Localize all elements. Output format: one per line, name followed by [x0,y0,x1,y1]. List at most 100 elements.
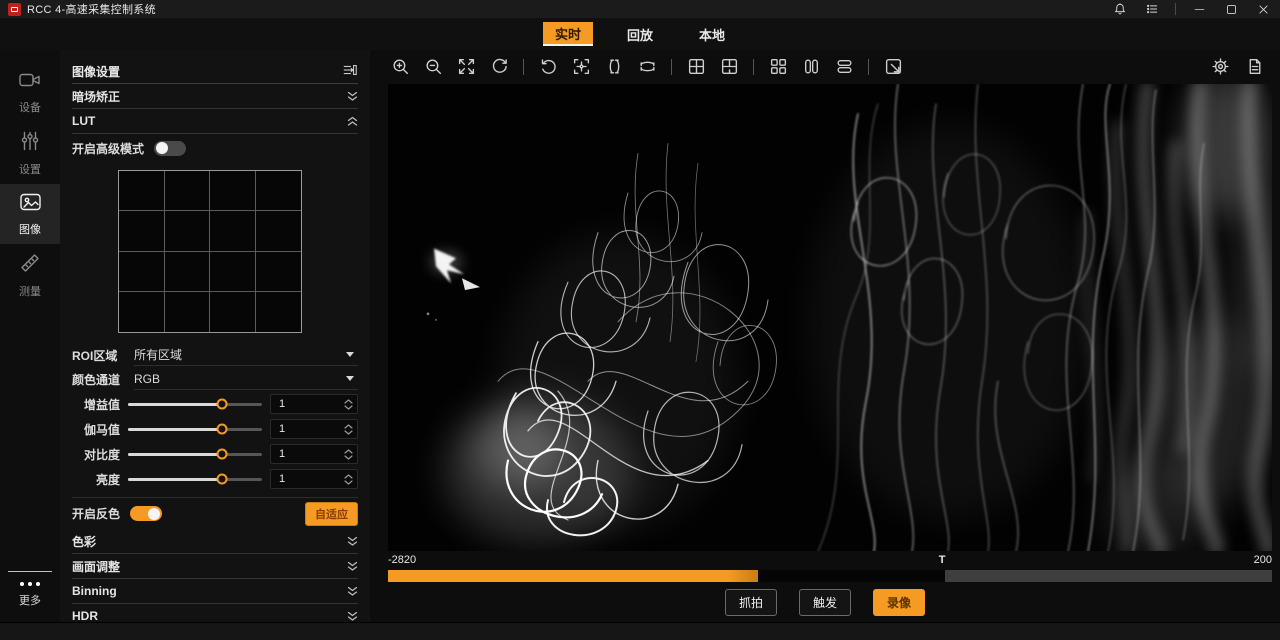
caret-down-icon [346,352,354,357]
trigger-button[interactable]: 触发 [799,589,851,616]
chevron-double-down-icon [347,91,358,102]
window-title: RCC 4-高速采集控制系统 [27,1,156,17]
gain-slider-knob[interactable] [216,399,227,410]
minimize-icon[interactable] [1190,2,1208,16]
sidebar-item-image[interactable]: 图像 [0,184,60,244]
settings-gear-icon[interactable] [1208,55,1232,79]
brightness-slider-track[interactable] [128,478,262,481]
titlebar-separator [1175,3,1176,15]
section-binning[interactable]: Binning [72,579,358,604]
tab-playback[interactable]: 回放 [615,22,665,46]
live-image [388,84,1272,552]
maximize-icon[interactable] [1222,2,1240,16]
session-list-icon[interactable] [1143,2,1161,16]
contrast-slider-track[interactable] [128,453,262,456]
gamma-value-input[interactable]: 1 [270,419,358,439]
adjust-sliders-icon [19,130,41,157]
section-label: Binning [72,584,117,598]
brightness-slider-knob[interactable] [216,474,227,485]
rotate-icon[interactable] [536,55,560,79]
reset-view-icon[interactable] [487,55,511,79]
sidebar-item-label: 设备 [19,99,41,115]
sidebar-item-label: 更多 [19,592,41,608]
sidebar-item-measure[interactable]: 测量 [0,244,60,306]
image-settings-panel: 图像设置 暗场矫正 LUT 开启高级模式 [60,50,370,622]
window-footer [0,622,1280,640]
ruler-icon [19,252,41,279]
close-icon[interactable] [1254,2,1272,16]
sidebar-item-label: 图像 [19,221,41,237]
invert-row: 开启反色 自适应 [72,497,358,529]
trigger-timeline: -2820 T 200 [370,551,1280,582]
gain-value-input[interactable]: 1 [270,394,358,414]
channel-select[interactable]: RGB [134,368,358,390]
gain-slider-row: 增益值 1 [72,392,358,416]
gain-slider-track[interactable] [128,403,262,406]
roi-row: ROI区域 所有区域 [72,343,358,367]
spinner-icon[interactable] [344,399,353,410]
layout-two-vertical-icon[interactable] [799,55,823,79]
notification-bell-icon[interactable] [1111,2,1129,16]
roi-select[interactable]: 所有区域 [134,344,358,366]
advanced-mode-toggle[interactable] [154,141,186,156]
section-color[interactable]: 色彩 [72,529,358,554]
image-export-icon[interactable] [881,55,905,79]
sidebar-item-more[interactable]: 更多 [19,582,41,622]
invert-toggle[interactable] [130,506,162,521]
lut-curve-grid[interactable] [118,170,302,333]
app-window: RCC 4-高速采集控制系统 实时 回放 本地 [0,0,1280,640]
roi-value: 所有区域 [134,346,182,363]
chevron-double-down-icon [347,536,358,547]
gamma-slider-knob[interactable] [216,424,227,435]
layout-two-horizontal-icon[interactable] [832,55,856,79]
snap-button[interactable]: 抓拍 [725,589,777,616]
slider-label: 对比度 [72,446,120,463]
mirror-horizontal-icon[interactable] [602,55,626,79]
spinner-icon[interactable] [344,474,353,485]
brightness-slider-row: 亮度 1 [72,467,358,491]
panel-title: 图像设置 [72,63,120,80]
section-picture-adjust[interactable]: 画面调整 [72,554,358,579]
sidebar-item-device[interactable]: 设备 [0,62,60,122]
sidebar-item-label: 设置 [19,161,41,177]
log-document-icon[interactable] [1242,55,1266,79]
mirror-vertical-icon[interactable] [635,55,659,79]
section-lut[interactable]: LUT [72,109,358,134]
toolbar-separator [868,59,869,75]
more-dots-icon [20,582,40,586]
section-dark-field[interactable]: 暗场矫正 [72,84,358,109]
tab-live[interactable]: 实时 [543,22,593,46]
timeline-dark-segment [758,570,945,582]
title-bar: RCC 4-高速采集控制系统 [0,0,1280,18]
layout-quad-icon[interactable] [766,55,790,79]
zoom-out-icon[interactable] [421,55,445,79]
grid-view-icon[interactable] [684,55,708,79]
sidebar-item-settings[interactable]: 设置 [0,122,60,184]
grid-merge-icon[interactable] [717,55,741,79]
spinner-icon[interactable] [344,449,353,460]
adaptive-button[interactable]: 自适应 [305,502,358,526]
gamma-slider-row: 伽马值 1 [72,417,358,441]
channel-label: 颜色通道 [72,371,124,388]
main-area: -2820 T 200 抓拍 触发 录像 [370,50,1280,622]
section-label: 暗场矫正 [72,88,120,105]
collapse-panel-icon[interactable] [342,63,358,80]
contrast-value-input[interactable]: 1 [270,444,358,464]
app-logo-icon [8,3,21,16]
record-button[interactable]: 录像 [873,589,925,616]
gamma-slider-track[interactable] [128,428,262,431]
timeline-bar[interactable] [388,570,1272,582]
tab-local[interactable]: 本地 [687,22,737,46]
panel-header: 图像设置 [72,60,358,84]
timeline-end-value: 200 [1254,554,1272,566]
fit-view-icon[interactable] [454,55,478,79]
gain-value: 1 [279,398,285,410]
zoom-in-icon[interactable] [388,55,412,79]
toolbar-separator [523,59,524,75]
gamma-value: 1 [279,423,285,435]
live-view[interactable] [388,84,1272,552]
contrast-slider-knob[interactable] [216,449,227,460]
spinner-icon[interactable] [344,424,353,435]
brightness-value-input[interactable]: 1 [270,469,358,489]
center-target-icon[interactable] [569,55,593,79]
